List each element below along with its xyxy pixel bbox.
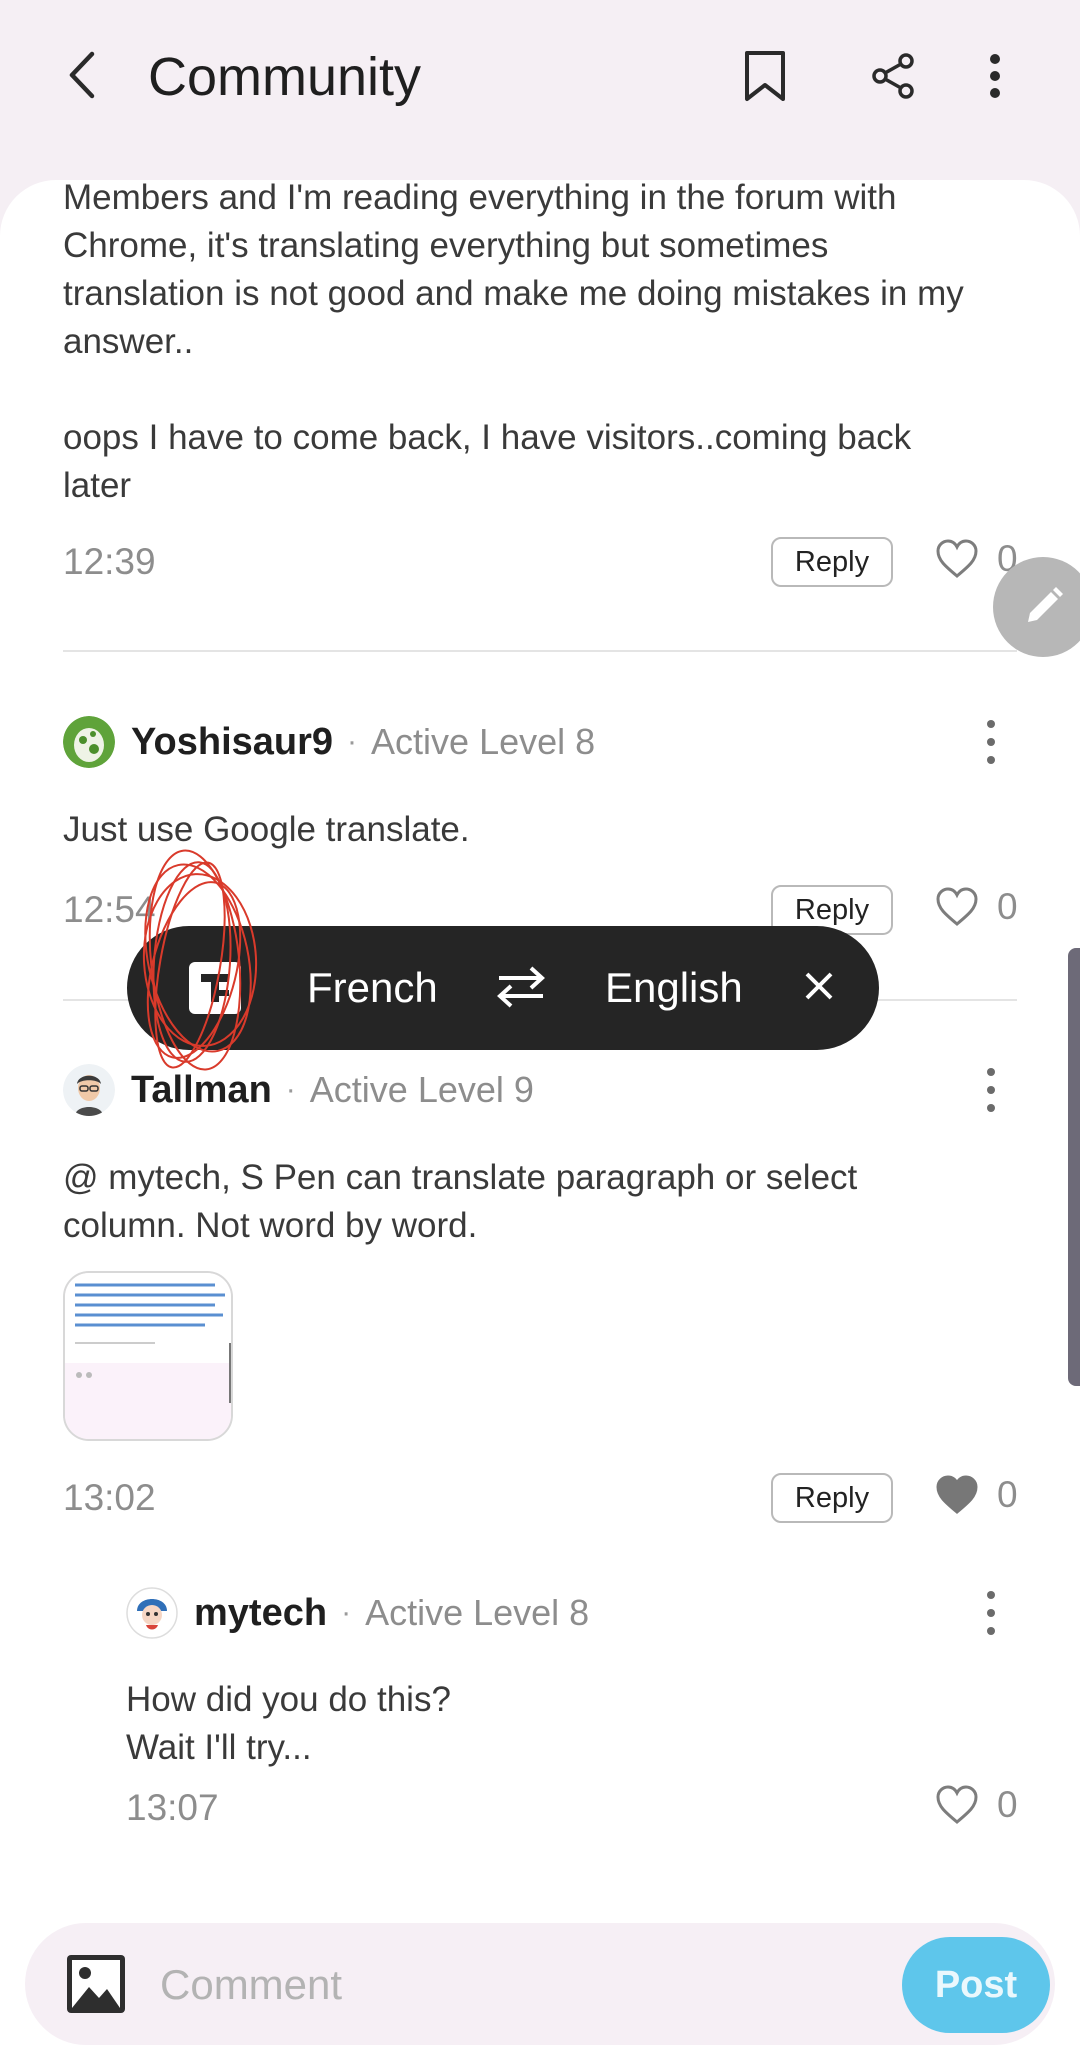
author-level: Active Level 8: [371, 721, 596, 762]
author-name[interactable]: Yoshisaur9: [131, 721, 333, 764]
heart-outline-icon: [936, 1785, 978, 1824]
comment-time: 13:07: [126, 1787, 219, 1828]
comment-line: Chrome, it's translating everything but …: [63, 226, 829, 265]
swap-languages-button[interactable]: [495, 964, 547, 1015]
author-name[interactable]: mytech: [194, 1592, 327, 1635]
comment-body: Members and I'm reading everything in th…: [63, 180, 1023, 510]
author-level: Active Level 8: [365, 1592, 590, 1633]
comment-author: Yoshisaur9 · Active Level 8: [63, 716, 595, 768]
comment-composer: Comment Post: [25, 1923, 1055, 2045]
heart-outline-icon: [936, 887, 978, 926]
like-button[interactable]: 0: [935, 1784, 1018, 1826]
like-count: 0: [997, 886, 1018, 927]
page-title: Community: [148, 47, 422, 107]
comment-line: Wait I'll try...: [126, 1728, 312, 1767]
author-level: Active Level 9: [309, 1069, 534, 1110]
person-avatar-icon: [126, 1587, 178, 1639]
separator-dot: ·: [285, 1073, 296, 1106]
comment-more-button[interactable]: [981, 1060, 1001, 1120]
comment-time: 12:39: [63, 541, 156, 582]
comment-line: column. Not word by word.: [63, 1206, 478, 1245]
screenshot-thumbnail-icon: [65, 1273, 231, 1439]
more-options-button[interactable]: [963, 44, 1027, 108]
image-icon: [67, 1955, 125, 2013]
heart-outline-icon: [936, 539, 978, 578]
pencil-icon: [1028, 587, 1063, 622]
attached-image-thumbnail[interactable]: [63, 1271, 233, 1441]
divider: [63, 650, 1017, 652]
person-avatar-icon: [63, 1064, 115, 1116]
comment-author: mytech · Active Level 8: [126, 1587, 589, 1639]
arrow-back-icon: [69, 51, 95, 99]
comment-line: answer..: [63, 322, 194, 361]
comment-line: Members and I'm reading everything in th…: [63, 180, 897, 217]
bookmark-icon: [745, 51, 785, 101]
comment-line: How did you do this?: [126, 1680, 451, 1719]
bookmark-button[interactable]: [733, 44, 797, 108]
separator-dot: ·: [347, 725, 358, 758]
reply-button[interactable]: Reply: [771, 1473, 893, 1523]
more-vertical-icon: [990, 54, 1000, 98]
avatar[interactable]: [126, 1587, 178, 1639]
comment-input[interactable]: Comment: [160, 1961, 342, 2009]
like-count: 0: [997, 1474, 1018, 1515]
comment-more-button[interactable]: [981, 1583, 1001, 1643]
swap-arrows-icon: [497, 966, 545, 1008]
pen-scribble-annotation: [142, 849, 258, 1071]
share-icon: [872, 53, 914, 99]
comment-body: @ mytech, S Pen can translate paragraph …: [63, 1154, 1023, 1250]
heart-filled-icon: [936, 1475, 978, 1514]
comment-line: oops I have to come back, I have visitor…: [63, 418, 912, 457]
post-button[interactable]: Post: [902, 1937, 1050, 2033]
target-language[interactable]: English: [605, 964, 743, 1012]
edge-panel-handle[interactable]: [1068, 948, 1080, 1386]
close-icon: [805, 972, 833, 1000]
attach-image-button[interactable]: [65, 1953, 127, 2020]
comment-line: @ mytech, S Pen can translate paragraph …: [63, 1158, 858, 1197]
comment-line: later: [63, 466, 132, 505]
comment-line: translation is not good and make me doin…: [63, 274, 964, 313]
share-button[interactable]: [861, 44, 925, 108]
app-bar: Community: [0, 0, 1080, 180]
comments-card: Members and I'm reading everything in th…: [0, 180, 1080, 2071]
close-translate-button[interactable]: [799, 966, 839, 1011]
back-button[interactable]: [60, 50, 110, 100]
comment-more-button[interactable]: [981, 712, 1001, 772]
yoshi-egg-avatar-icon: [63, 716, 115, 768]
avatar[interactable]: [63, 716, 115, 768]
reply-button[interactable]: Reply: [771, 537, 893, 587]
comment-body: How did you do this? Wait I'll try...: [126, 1676, 1006, 1772]
like-count: 0: [997, 1784, 1018, 1825]
source-language[interactable]: French: [307, 964, 438, 1012]
like-button[interactable]: 0: [935, 886, 1018, 928]
comment-time: 13:02: [63, 1477, 156, 1518]
separator-dot: ·: [341, 1596, 352, 1629]
like-button[interactable]: 0: [935, 1474, 1018, 1516]
avatar[interactable]: [63, 1064, 115, 1116]
